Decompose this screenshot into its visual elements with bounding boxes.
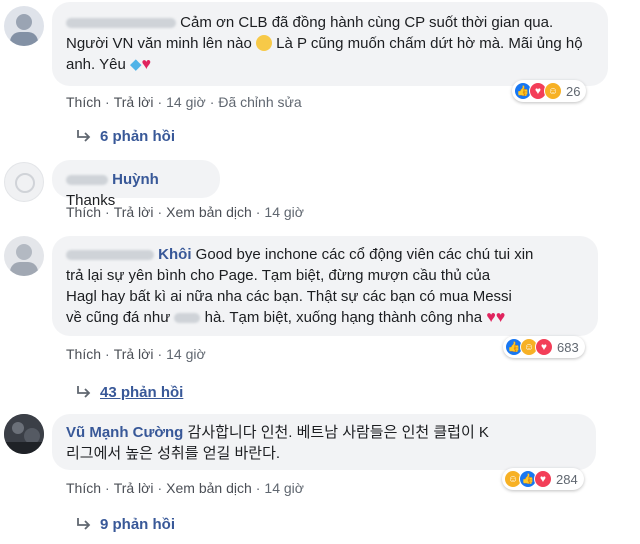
- comment-line-4: về cũng đá như hà. Tạm biệt, xuống hạng …: [66, 307, 584, 328]
- commenter-name[interactable]: Vũ Mạnh Cường: [66, 424, 183, 441]
- commenter-name[interactable]: Khôi: [158, 246, 191, 263]
- comment-bubble: Khôi Good bye inchone các cổ động viên c…: [52, 236, 598, 336]
- timestamp[interactable]: 14 giờ: [166, 346, 206, 362]
- reaction-count: 26: [566, 83, 581, 99]
- timestamp[interactable]: 14 giờ: [264, 204, 304, 220]
- comment-line-1: Vũ Mạnh Cường 감사합니다 인천. 베트남 사람들은 인천 클럽이 …: [66, 422, 582, 443]
- redacted-name: [66, 250, 154, 261]
- avatar-image: [10, 14, 38, 46]
- comment-actions: Thích · Trả lời · 14 giờ · Đã chỉnh sửa: [66, 94, 302, 110]
- love-icon: ♥: [534, 470, 552, 488]
- reply-arrow-icon: [77, 518, 91, 530]
- edited-label[interactable]: Đã chỉnh sửa: [218, 94, 301, 110]
- comment-line-3: Hagl hay bất kì ai nữa nha các bạn. Thật…: [66, 288, 512, 305]
- like-link[interactable]: Thích: [66, 480, 101, 496]
- replies-label: 6 phản hồi: [100, 128, 175, 145]
- reply-link[interactable]: Trả lời: [114, 480, 154, 496]
- comment-actions: Thích · Trả lời · 14 giờ: [66, 346, 206, 362]
- comment-text: hà. Tạm biệt, xuống hạng thành công nha: [204, 309, 483, 326]
- reaction-count: 683: [557, 339, 579, 355]
- view-replies-link[interactable]: 43 phản hồi: [76, 384, 183, 401]
- comment-bubble: Cảm ơn CLB đã đồng hành cùng CP suốt thờ…: [52, 2, 608, 86]
- reply-arrow-icon: [77, 130, 91, 142]
- comment-line-1: Khôi Good bye inchone các cổ động viên c…: [66, 244, 584, 265]
- timestamp[interactable]: 14 giờ: [264, 480, 304, 496]
- redacted-name: [66, 18, 176, 29]
- avatar-image: [10, 244, 38, 276]
- broken-heart-emoji-icon: ♥: [486, 309, 496, 326]
- haha-icon: ☺: [544, 82, 562, 100]
- avatar[interactable]: [4, 162, 44, 202]
- avatar-image: [4, 414, 44, 454]
- redacted-name: [66, 175, 108, 186]
- diamond-emoji-icon: ◆: [129, 56, 142, 73]
- reaction-count: 284: [556, 471, 578, 487]
- reply-link[interactable]: Trả lời: [114, 346, 154, 362]
- smile-emoji-icon: [255, 35, 272, 51]
- replies-label: 43 phản hồi: [100, 384, 184, 401]
- view-replies-link[interactable]: 6 phản hồi: [76, 128, 175, 145]
- reaction-summary[interactable]: 👍 ☺ ♥ 683: [503, 336, 585, 358]
- comment-bubble: Vũ Mạnh Cường 감사합니다 인천. 베트남 사람들은 인천 클럽이 …: [52, 414, 596, 470]
- comment-line-2: trả lại sự yên bình cho Page. Tạm biệt, …: [66, 267, 491, 284]
- comment-actions: Thích · Trả lời · Xem bản dịch · 14 giờ: [66, 480, 304, 496]
- love-icon: ♥: [535, 338, 553, 356]
- translate-link[interactable]: Xem bản dịch: [166, 480, 252, 496]
- comment-text: về cũng đá như: [66, 309, 171, 326]
- view-replies-link[interactable]: 9 phản hồi: [76, 516, 175, 533]
- timestamp[interactable]: 14 giờ: [166, 94, 206, 110]
- avatar-image: [15, 173, 35, 193]
- replies-label: 9 phản hồi: [100, 516, 175, 533]
- reply-link[interactable]: Trả lời: [114, 204, 154, 220]
- like-link[interactable]: Thích: [66, 94, 101, 110]
- redacted-word: [174, 313, 201, 324]
- reaction-summary[interactable]: 👍 ♥ ☺ 26: [512, 80, 587, 102]
- comment-actions: Thích · Trả lời · Xem bản dịch · 14 giờ: [66, 204, 304, 220]
- reaction-summary[interactable]: ☺ 👍 ♥ 284: [502, 468, 584, 490]
- like-link[interactable]: Thích: [66, 204, 101, 220]
- heart-emoji-icon: ♥: [141, 56, 152, 73]
- reply-arrow-icon: [77, 386, 91, 398]
- comment-line-2: 리그에서 높은 성취를 얻길 바란다.: [66, 445, 281, 462]
- like-link[interactable]: Thích: [66, 346, 101, 362]
- avatar[interactable]: [4, 414, 44, 454]
- reply-link[interactable]: Trả lời: [114, 94, 154, 110]
- heart-emoji-icon: ♥: [495, 309, 506, 326]
- avatar[interactable]: [4, 236, 44, 276]
- comment-text: 감사합니다 인천. 베트남 사람들은 인천 클럽이 K: [187, 424, 489, 441]
- comment-bubble: Huỳnh Thanks: [52, 160, 220, 209]
- commenter-name[interactable]: Huỳnh: [112, 171, 159, 188]
- avatar[interactable]: [4, 6, 44, 46]
- translate-link[interactable]: Xem bản dịch: [166, 204, 252, 220]
- comment-text: Good bye inchone các cổ động viên các ch…: [195, 246, 534, 263]
